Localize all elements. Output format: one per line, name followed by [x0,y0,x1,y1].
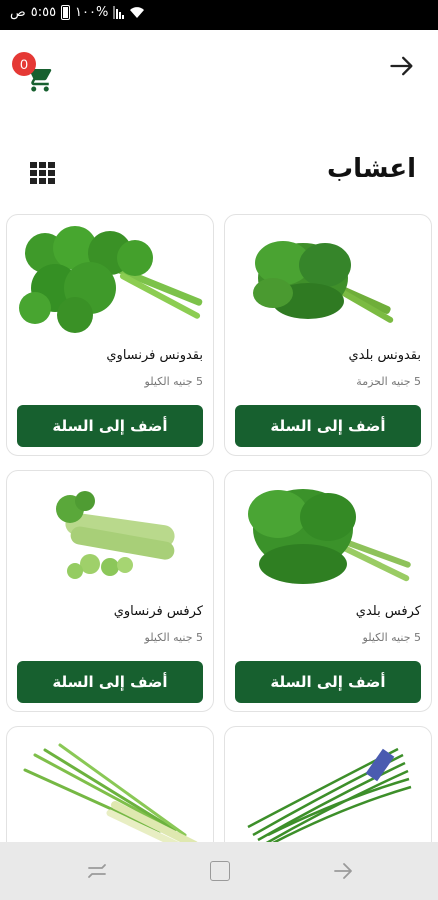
add-to-cart-button[interactable]: أضف إلى السلة [235,405,421,447]
product-name: كرفس بلدي [355,604,421,619]
product-card[interactable]: بقدونس بلدي 5 جنيه الحزمة أضف إلى السلة [224,214,432,456]
product-price: 5 جنيه الكيلو [144,631,203,644]
product-image [253,241,394,323]
product-image [247,747,412,847]
wifi-icon [130,7,145,18]
status-time: ٥:٥٥ [30,5,57,20]
status-period: ص [10,5,26,20]
product-card[interactable]: بقدونس فرنساوي 5 جنيه الكيلو أضف إلى الس… [6,214,214,456]
cart-button[interactable]: 0 [12,52,56,92]
product-image [248,489,411,584]
battery-percent: %١٠٠ [75,5,109,20]
back-icon[interactable] [332,860,354,882]
product-name: بقدونس بلدي [348,348,421,363]
product-image [56,491,175,579]
product-card[interactable]: كرفس بلدي 5 جنيه الكيلو أضف إلى السلة [224,470,432,712]
back-button[interactable] [388,52,416,80]
product-image [23,743,199,853]
system-nav-bar [0,842,438,900]
home-icon[interactable] [210,861,230,881]
add-to-cart-button[interactable]: أضف إلى السلة [235,661,421,703]
recents-icon[interactable] [86,860,108,882]
app-bar: 0 [0,30,438,110]
grid-view-icon[interactable] [30,162,56,184]
add-to-cart-button[interactable]: أضف إلى السلة [17,405,203,447]
battery-icon [61,5,71,20]
product-price: 5 جنيه الكيلو [144,375,203,388]
status-indicators: %١٠٠ ٥:٥٥ ص [10,5,145,20]
arrow-right-icon [390,56,413,76]
product-image [19,226,203,333]
section-title: اعشاب [326,154,416,184]
product-price: 5 جنيه الحزمة [356,375,421,388]
add-to-cart-button[interactable]: أضف إلى السلة [17,661,203,703]
product-name: كرفس فرنساوي [113,604,203,619]
cart-count-badge: 0 [12,52,36,76]
status-bar: %١٠٠ ٥:٥٥ ص [0,0,438,30]
signal-icon [113,6,125,19]
product-price: 5 جنيه الكيلو [362,631,421,644]
product-name: بقدونس فرنساوي [106,348,203,363]
product-card[interactable]: كرفس فرنساوي 5 جنيه الكيلو أضف إلى السلة [6,470,214,712]
